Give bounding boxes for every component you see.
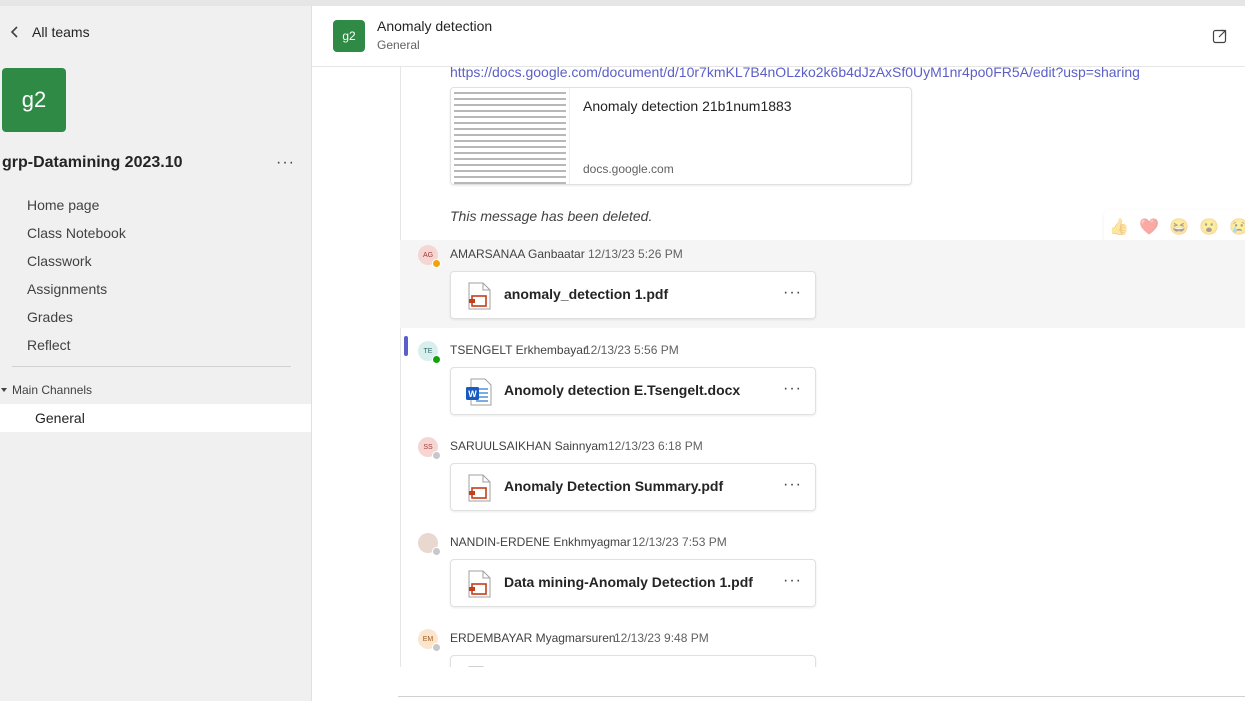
file-more-options-button[interactable]: ··· bbox=[783, 284, 802, 302]
message-timestamp: 12/13/23 5:56 PM bbox=[584, 343, 679, 357]
shared-link[interactable]: https://docs.google.com/document/d/10r7k… bbox=[450, 67, 1140, 80]
team-nav: Home page Class Notebook Classwork Assig… bbox=[27, 191, 126, 359]
surprised-reaction-icon[interactable]: 😮 bbox=[1194, 217, 1224, 237]
back-to-all-teams[interactable]: All teams bbox=[8, 22, 90, 42]
message-item[interactable]: NANDIN-ERDENE Enkhmyagmar 12/13/23 7:53 P… bbox=[400, 528, 1245, 616]
file-name[interactable]: Anomaly Detection Summary.pdf bbox=[504, 478, 723, 494]
reaction-bar: 👍 ❤️ 😆 😮 😢 bbox=[1104, 210, 1245, 244]
channel-name: General bbox=[377, 38, 420, 52]
heart-reaction-icon[interactable]: ❤️ bbox=[1134, 217, 1164, 237]
file-attachment-card[interactable]: ··· bbox=[450, 655, 816, 667]
pdf-file-icon bbox=[466, 282, 492, 310]
avatar[interactable]: EM bbox=[418, 629, 441, 652]
link-preview-title: Anomaly detection 21b1num1883 bbox=[583, 98, 792, 114]
file-name[interactable]: anomaly_detection 1.pdf bbox=[504, 286, 668, 302]
sidebar: All teams g2 grp-Datamining 2023.10 ··· … bbox=[0, 6, 311, 701]
avatar-initials: AG bbox=[422, 251, 434, 259]
new-message-indicator bbox=[404, 336, 408, 356]
file-attachment-card[interactable]: W Anomoly detection E.Tsengelt.docx ··· bbox=[450, 367, 816, 415]
file-name[interactable]: Anomoly detection E.Tsengelt.docx bbox=[504, 382, 740, 398]
message-item[interactable]: EM ERDEMBAYAR Myagmarsuren 12/13/23 9:48 P… bbox=[400, 624, 1245, 667]
nav-item-grades[interactable]: Grades bbox=[27, 303, 126, 331]
message-item[interactable]: AG AMARSANAA Ganbaatar 12/13/23 5:26 PM ano… bbox=[400, 240, 1245, 328]
back-label: All teams bbox=[32, 24, 90, 40]
avatar[interactable]: SS bbox=[418, 437, 441, 460]
nav-item-class-notebook[interactable]: Class Notebook bbox=[27, 219, 126, 247]
channels-section-toggle[interactable]: Main Channels bbox=[0, 383, 92, 397]
message-timestamp: 12/13/23 6:18 PM bbox=[608, 439, 703, 453]
nav-item-reflect[interactable]: Reflect bbox=[27, 331, 126, 359]
message-timestamp: 12/13/23 5:26 PM bbox=[588, 247, 683, 261]
presence-status-icon bbox=[432, 355, 441, 364]
message-feed[interactable]: https://docs.google.com/document/d/10r7k… bbox=[312, 67, 1245, 667]
team-avatar: g2 bbox=[2, 68, 66, 132]
word-file-icon: W bbox=[466, 378, 492, 406]
file-attachment-card[interactable]: Anomaly Detection Summary.pdf ··· bbox=[450, 463, 816, 511]
main-pane: g2 Anomaly detection General https://doc… bbox=[311, 6, 1245, 701]
avatar-initials: EM bbox=[422, 635, 434, 643]
chevron-left-icon bbox=[10, 26, 18, 38]
laugh-reaction-icon[interactable]: 😆 bbox=[1164, 217, 1194, 237]
like-reaction-icon[interactable]: 👍 bbox=[1104, 217, 1134, 237]
file-attachment-card[interactable]: anomaly_detection 1.pdf ··· bbox=[450, 271, 816, 319]
nav-item-classwork[interactable]: Classwork bbox=[27, 247, 126, 275]
post-title: Anomaly detection bbox=[377, 18, 493, 34]
channel-team-avatar: g2 bbox=[333, 20, 365, 52]
message-item[interactable]: TE TSENGELT Erkhembayar 12/13/23 5:56 PM W A… bbox=[400, 336, 1245, 424]
pdf-file-icon bbox=[466, 666, 492, 667]
sidebar-divider bbox=[12, 366, 291, 367]
link-preview-card[interactable]: Anomaly detection 21b1num1883 docs.googl… bbox=[450, 87, 912, 185]
pdf-file-icon bbox=[466, 474, 492, 502]
pdf-file-icon bbox=[466, 570, 492, 598]
avatar[interactable]: AG bbox=[418, 245, 441, 268]
file-name[interactable]: Data mining-Anomaly Detection 1.pdf bbox=[504, 574, 753, 590]
presence-status-icon bbox=[432, 643, 441, 652]
deleted-message-text: This message has been deleted. bbox=[450, 208, 653, 224]
presence-status-icon bbox=[432, 451, 441, 460]
pop-out-icon[interactable] bbox=[1212, 28, 1228, 44]
link-preview-domain: docs.google.com bbox=[583, 162, 674, 176]
message-timestamp: 12/13/23 7:53 PM bbox=[632, 535, 727, 549]
nav-item-assignments[interactable]: Assignments bbox=[27, 275, 126, 303]
channels-header-label: Main Channels bbox=[12, 383, 93, 397]
channel-general[interactable]: General bbox=[0, 404, 311, 432]
avatar-initials: SS bbox=[423, 443, 433, 451]
message-timestamp: 12/13/23 9:48 PM bbox=[614, 631, 709, 645]
file-more-options-button[interactable]: ··· bbox=[783, 380, 802, 398]
message-author: SARUULSAIKHAN Sainnyam bbox=[450, 439, 609, 453]
nav-item-home-page[interactable]: Home page bbox=[27, 191, 126, 219]
caret-down-icon bbox=[1, 388, 7, 392]
team-name: grp-Datamining 2023.10 bbox=[2, 154, 183, 171]
channel-general-label: General bbox=[35, 410, 85, 426]
message-author: AMARSANAA Ganbaatar bbox=[450, 247, 585, 261]
team-more-options-button[interactable]: ··· bbox=[276, 154, 295, 172]
file-more-options-button[interactable]: ··· bbox=[783, 476, 802, 494]
channel-header: g2 Anomaly detection General bbox=[312, 6, 1245, 67]
avatar-initials: TE bbox=[423, 347, 433, 355]
message-author: TSENGELT Erkhembayar bbox=[450, 343, 587, 357]
sad-reaction-icon[interactable]: 😢 bbox=[1224, 217, 1245, 237]
avatar[interactable] bbox=[418, 533, 441, 556]
presence-status-icon bbox=[432, 259, 441, 268]
avatar[interactable]: TE bbox=[418, 341, 441, 364]
svg-text:W: W bbox=[468, 389, 477, 399]
file-attachment-card[interactable]: Data mining-Anomaly Detection 1.pdf ··· bbox=[450, 559, 816, 607]
presence-status-icon bbox=[432, 547, 441, 556]
doc-thumbnail bbox=[451, 88, 570, 184]
message-author: ERDEMBAYAR Myagmarsuren bbox=[450, 631, 616, 645]
composer-divider bbox=[398, 696, 1245, 697]
message-item[interactable]: SS SARUULSAIKHAN Sainnyam 12/13/23 6:18 PM… bbox=[400, 432, 1245, 520]
message-author: NANDIN-ERDENE Enkhmyagmar bbox=[450, 535, 631, 549]
file-more-options-button[interactable]: ··· bbox=[783, 572, 802, 590]
